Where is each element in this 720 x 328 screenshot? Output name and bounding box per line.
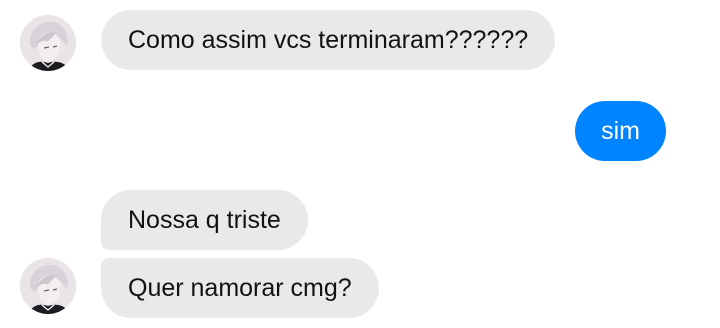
avatar-portrait-icon [20, 15, 76, 71]
incoming-message-bubble[interactable]: Como assim vcs terminaram?????? [101, 10, 556, 70]
incoming-message-bubble[interactable]: Quer namorar cmg? [101, 258, 379, 318]
contact-avatar-icon[interactable] [20, 258, 76, 314]
avatar-portrait-icon [20, 258, 76, 314]
outgoing-message-bubble[interactable]: sim [575, 101, 666, 161]
chat-thread: Como assim vcs terminaram?????? sim Noss… [0, 0, 720, 328]
contact-avatar-icon[interactable] [20, 15, 76, 71]
incoming-message-bubble[interactable]: Nossa q triste [101, 190, 308, 250]
